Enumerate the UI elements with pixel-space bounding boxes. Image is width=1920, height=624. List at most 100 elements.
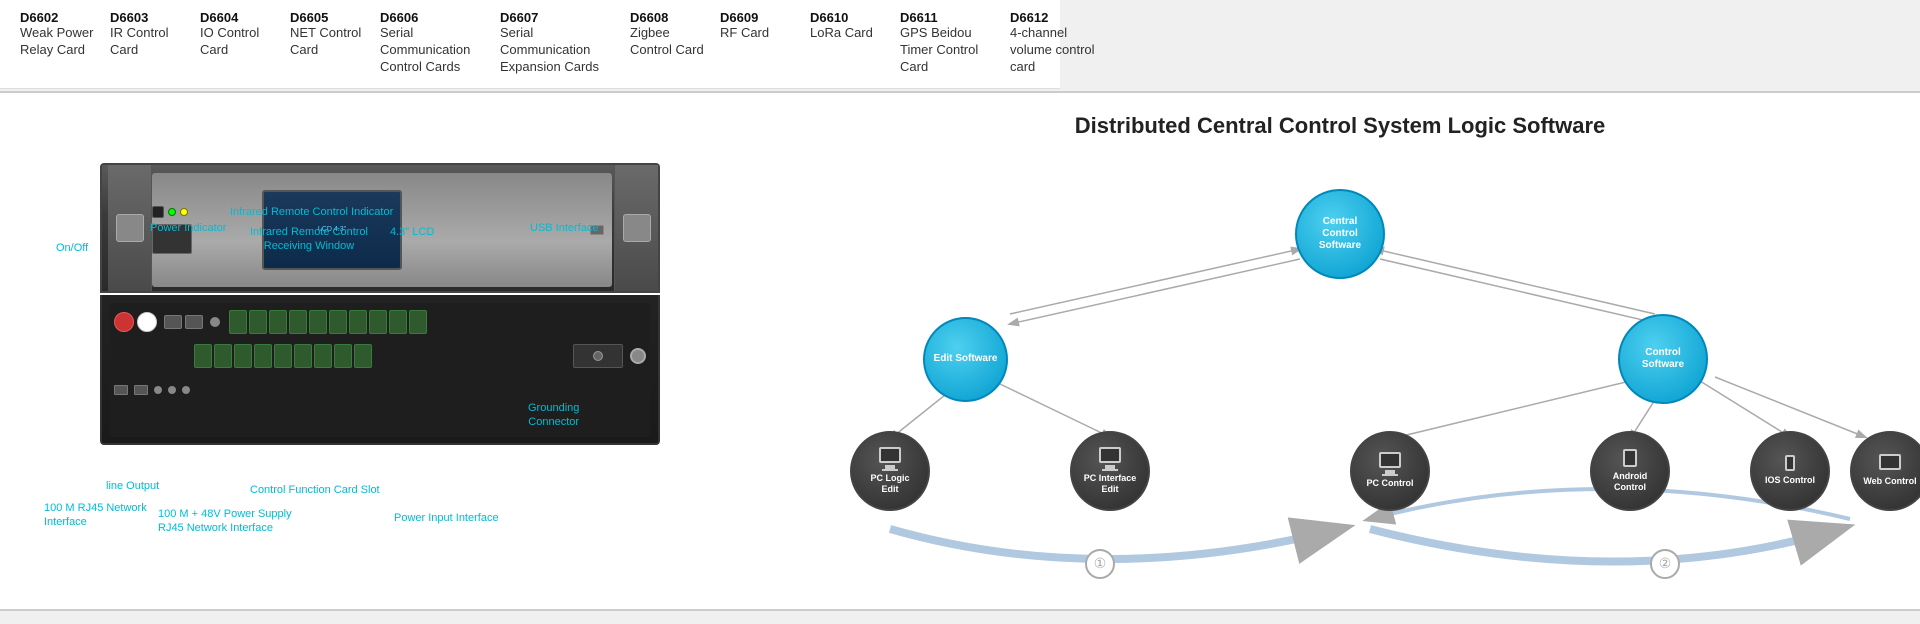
desc-d6605: NET Control Card xyxy=(290,25,364,59)
node-pc-control: PC Control xyxy=(1350,431,1430,511)
label-infrared-indicator: Infrared Remote Control Indicator xyxy=(230,205,393,219)
middle-section: LCD 4.3" xyxy=(0,91,1920,611)
power-led xyxy=(168,208,176,216)
card-col-d6603: D6603 IR Control Card xyxy=(102,8,192,78)
terminal-6 xyxy=(329,310,347,334)
model-d6608: D6608 xyxy=(630,10,704,25)
small-port-5 xyxy=(182,386,190,394)
desc-d6606: Serial Communication Control Cards xyxy=(380,25,484,76)
power-socket xyxy=(593,351,603,361)
desc-d6609: RF Card xyxy=(720,25,794,42)
number-circle-2: ② xyxy=(1650,549,1680,579)
terminal-2 xyxy=(249,310,267,334)
label-usb: USB Interface xyxy=(530,221,598,235)
ir-led xyxy=(180,208,188,216)
node-android-control: AndroidControl xyxy=(1590,431,1670,511)
monitor-icon-3 xyxy=(1379,452,1401,468)
right-panel: Distributed Central Control System Logic… xyxy=(760,93,1920,609)
model-d6611: D6611 xyxy=(900,10,994,25)
card-col-d6608: D6608 Zigbee Control Card xyxy=(622,8,712,78)
diagram-container: CentralControlSoftware Edit Software Con… xyxy=(790,169,1890,589)
desc-d6604: IO Control Card xyxy=(200,25,274,59)
card-col-d6602: D6602 Weak Power Relay Card xyxy=(12,8,102,78)
card-col-d6610: D6610 LoRa Card xyxy=(802,8,892,78)
power-input-connector xyxy=(573,344,623,368)
model-d6604: D6604 xyxy=(200,10,274,25)
terminal-18 xyxy=(334,344,352,368)
desc-d6608: Zigbee Control Card xyxy=(630,25,704,59)
monitor-icon-2 xyxy=(1099,447,1121,463)
label-on-off: On/Off xyxy=(56,241,88,255)
base-icon-2 xyxy=(1102,469,1118,471)
audio-out-r xyxy=(114,312,134,332)
pc-interface-icon: PC InterfaceEdit xyxy=(1084,447,1137,495)
terminal-12 xyxy=(214,344,232,368)
node-pc-interface-edit: PC InterfaceEdit xyxy=(1070,431,1150,511)
pc-control-icon: PC Control xyxy=(1367,452,1414,489)
label-grounding: GroundingConnector xyxy=(528,401,579,430)
desc-d6603: IR Control Card xyxy=(110,25,184,59)
terminal-9 xyxy=(389,310,407,334)
monitor-icon-4 xyxy=(1879,454,1901,470)
card-col-d6612: D6612 4-channel volume control card xyxy=(1002,8,1112,78)
terminal-16 xyxy=(294,344,312,368)
desc-d6610: LoRa Card xyxy=(810,25,884,42)
card-col-d6609: D6609 RF Card xyxy=(712,8,802,78)
terminal-17 xyxy=(314,344,332,368)
tablet-icon xyxy=(1623,449,1637,467)
diagram-title: Distributed Central Control System Logic… xyxy=(790,113,1890,139)
antenna xyxy=(210,317,220,327)
base-icon-3 xyxy=(1382,474,1398,476)
node-pc-logic-edit: PC LogicEdit xyxy=(850,431,930,511)
terminal-15 xyxy=(274,344,292,368)
label-100m-48v: 100 M + 48V Power SupplyRJ45 Network Int… xyxy=(158,507,292,536)
terminal-3 xyxy=(269,310,287,334)
card-col-d6606: D6606 Serial Communication Control Cards xyxy=(372,8,492,78)
terminal-8 xyxy=(369,310,387,334)
terminal-5 xyxy=(309,310,327,334)
model-d6603: D6603 xyxy=(110,10,184,25)
terminal-11 xyxy=(194,344,212,368)
terminal-13 xyxy=(234,344,252,368)
terminal-14 xyxy=(254,344,272,368)
node-central-control: CentralControlSoftware xyxy=(1295,189,1385,279)
model-d6606: D6606 xyxy=(380,10,484,25)
terminal-7 xyxy=(349,310,367,334)
left-panel: LCD 4.3" xyxy=(0,93,760,609)
model-d6605: D6605 xyxy=(290,10,364,25)
connector-row-2 xyxy=(114,341,646,371)
terminal-4 xyxy=(289,310,307,334)
android-icon: AndroidControl xyxy=(1613,449,1648,493)
top-section: D6602 Weak Power Relay Card D6603 IR Con… xyxy=(0,0,1060,89)
number-circle-1: ① xyxy=(1085,549,1115,579)
right-handle xyxy=(623,214,651,242)
model-d6607: D6607 xyxy=(500,10,614,25)
model-d6609: D6609 xyxy=(720,10,794,25)
node-ios-control: IOS Control xyxy=(1750,431,1830,511)
node-control-label: ControlSoftware xyxy=(1638,343,1688,375)
power-button[interactable] xyxy=(152,206,164,218)
label-100m-rj45: 100 M RJ45 NetworkInterface xyxy=(44,501,147,530)
rj45-1 xyxy=(164,315,182,329)
model-d6602: D6602 xyxy=(20,10,94,25)
node-central-label: CentralControlSoftware xyxy=(1315,212,1365,256)
node-edit-software: Edit Software xyxy=(923,317,1008,402)
model-d6610: D6610 xyxy=(810,10,884,25)
small-port-3 xyxy=(154,386,162,394)
base-icon xyxy=(882,469,898,471)
card-col-d6607: D6607 Serial Communication Expansion Car… xyxy=(492,8,622,78)
label-line-output: line Output xyxy=(106,479,159,493)
phone-icon xyxy=(1785,455,1795,471)
node-web-control: Web Control xyxy=(1850,431,1920,511)
ios-icon: IOS Control xyxy=(1765,455,1815,486)
desc-d6611: GPS Beidou Timer Control Card xyxy=(900,25,994,76)
grounding-screw xyxy=(630,348,646,364)
node-control-software: ControlSoftware xyxy=(1618,314,1708,404)
label-lcd: 4.3" LCD xyxy=(390,225,434,239)
web-icon: Web Control xyxy=(1863,454,1916,487)
model-d6612: D6612 xyxy=(1010,10,1104,25)
connector-row-1 xyxy=(114,307,646,337)
small-port-4 xyxy=(168,386,176,394)
audio-out-l xyxy=(137,312,157,332)
label-infrared-window: Infrared Remote ControlReceiving Window xyxy=(250,225,368,254)
